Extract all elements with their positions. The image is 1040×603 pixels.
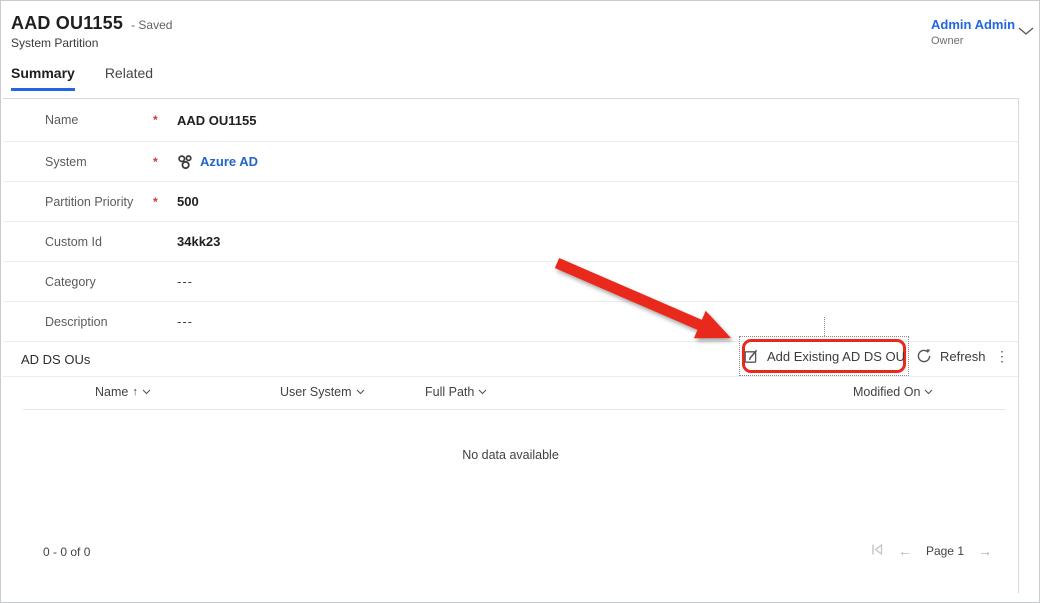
subgrid-title: AD DS OUs xyxy=(3,352,90,367)
column-header-full-path[interactable]: Full Path xyxy=(425,385,487,399)
arrow-left-icon: ← xyxy=(898,543,912,559)
field-label: Custom Id xyxy=(45,235,153,249)
column-label: User System xyxy=(280,385,352,399)
required-indicator: * xyxy=(153,155,177,169)
record-type-label: System Partition xyxy=(11,36,98,50)
chevron-down-icon[interactable] xyxy=(1017,23,1035,41)
add-existing-highlight-box: Add Existing AD DS OU xyxy=(742,339,906,373)
sort-ascending-icon: ↑ xyxy=(132,386,138,398)
field-row-partition-priority: Partition Priority * 500 xyxy=(3,182,1018,222)
chevron-down-icon xyxy=(924,389,933,395)
column-header-user-system[interactable]: User System xyxy=(280,385,365,399)
first-page-button[interactable] xyxy=(871,542,884,560)
field-row-category: Category --- xyxy=(3,262,1018,302)
pager: ← Page 1 → xyxy=(871,542,992,560)
add-existing-button[interactable]: Add Existing AD DS OU xyxy=(743,348,905,364)
more-commands-button[interactable]: ⋮ xyxy=(993,343,1011,369)
field-row-custom-id: Custom Id 34kk23 xyxy=(3,222,1018,262)
empty-grid-message: No data available xyxy=(3,448,1018,462)
field-label: Category xyxy=(45,275,153,289)
page-title: AAD OU1155 xyxy=(11,13,123,34)
column-header-name[interactable]: Name ↑ xyxy=(95,385,151,399)
save-status: - Saved xyxy=(131,18,172,32)
add-existing-edit-icon xyxy=(743,348,759,364)
field-value-partition-priority[interactable]: 500 xyxy=(177,194,199,209)
tab-summary[interactable]: Summary xyxy=(11,65,75,91)
azure-ad-icon xyxy=(177,154,193,170)
column-label: Modified On xyxy=(853,385,920,399)
chevron-down-icon xyxy=(478,389,487,395)
field-row-name: Name * AAD OU1155 xyxy=(3,99,1018,142)
required-indicator: * xyxy=(153,195,177,209)
column-label: Name xyxy=(95,385,128,399)
arrow-right-icon: → xyxy=(978,543,992,559)
owner-field: Admin Admin Owner xyxy=(931,17,1015,47)
refresh-label: Refresh xyxy=(940,349,986,364)
chevron-down-icon xyxy=(356,389,365,395)
required-indicator: * xyxy=(153,113,177,127)
refresh-icon xyxy=(916,348,932,364)
owner-role-label: Owner xyxy=(931,35,1015,47)
field-label: Name xyxy=(45,113,153,127)
field-label: Partition Priority xyxy=(45,195,153,209)
field-row-system: System * Azure AD xyxy=(3,142,1018,182)
record-header: AAD OU1155 - Saved xyxy=(11,13,172,34)
next-page-button[interactable]: → xyxy=(978,542,992,560)
field-value-category[interactable]: --- xyxy=(177,274,193,289)
tab-related[interactable]: Related xyxy=(105,65,153,91)
field-label: System xyxy=(45,155,153,169)
tab-bar: Summary Related xyxy=(11,65,153,91)
vertical-ellipsis-icon: ⋮ xyxy=(995,348,1009,364)
lookup-link[interactable]: Azure AD xyxy=(200,154,258,169)
column-header-modified-on[interactable]: Modified On xyxy=(853,385,933,399)
record-range-label: 0 - 0 of 0 xyxy=(43,545,90,559)
column-label: Full Path xyxy=(425,385,474,399)
refresh-button[interactable]: Refresh xyxy=(916,345,986,367)
grid-header-row: Name ↑ User System Full Path Modified On xyxy=(3,377,1018,410)
chevron-down-icon xyxy=(142,389,151,395)
page-number-label: Page 1 xyxy=(926,544,964,558)
add-existing-label: Add Existing AD DS OU xyxy=(767,349,905,364)
owner-link[interactable]: Admin Admin xyxy=(931,17,1015,32)
field-value-custom-id[interactable]: 34kk23 xyxy=(177,234,220,249)
grid-header-divider xyxy=(23,409,1006,410)
previous-page-button[interactable]: ← xyxy=(898,542,912,560)
field-value-description[interactable]: --- xyxy=(177,314,193,329)
field-label: Description xyxy=(45,315,153,329)
field-value-system[interactable]: Azure AD xyxy=(177,154,258,170)
form-card: Name * AAD OU1155 System * Azure AD Part… xyxy=(3,98,1019,593)
app-window: AAD OU1155 - Saved System Partition Admi… xyxy=(0,0,1040,603)
jump-to-first-icon xyxy=(871,543,884,556)
field-value-name[interactable]: AAD OU1155 xyxy=(177,113,256,128)
